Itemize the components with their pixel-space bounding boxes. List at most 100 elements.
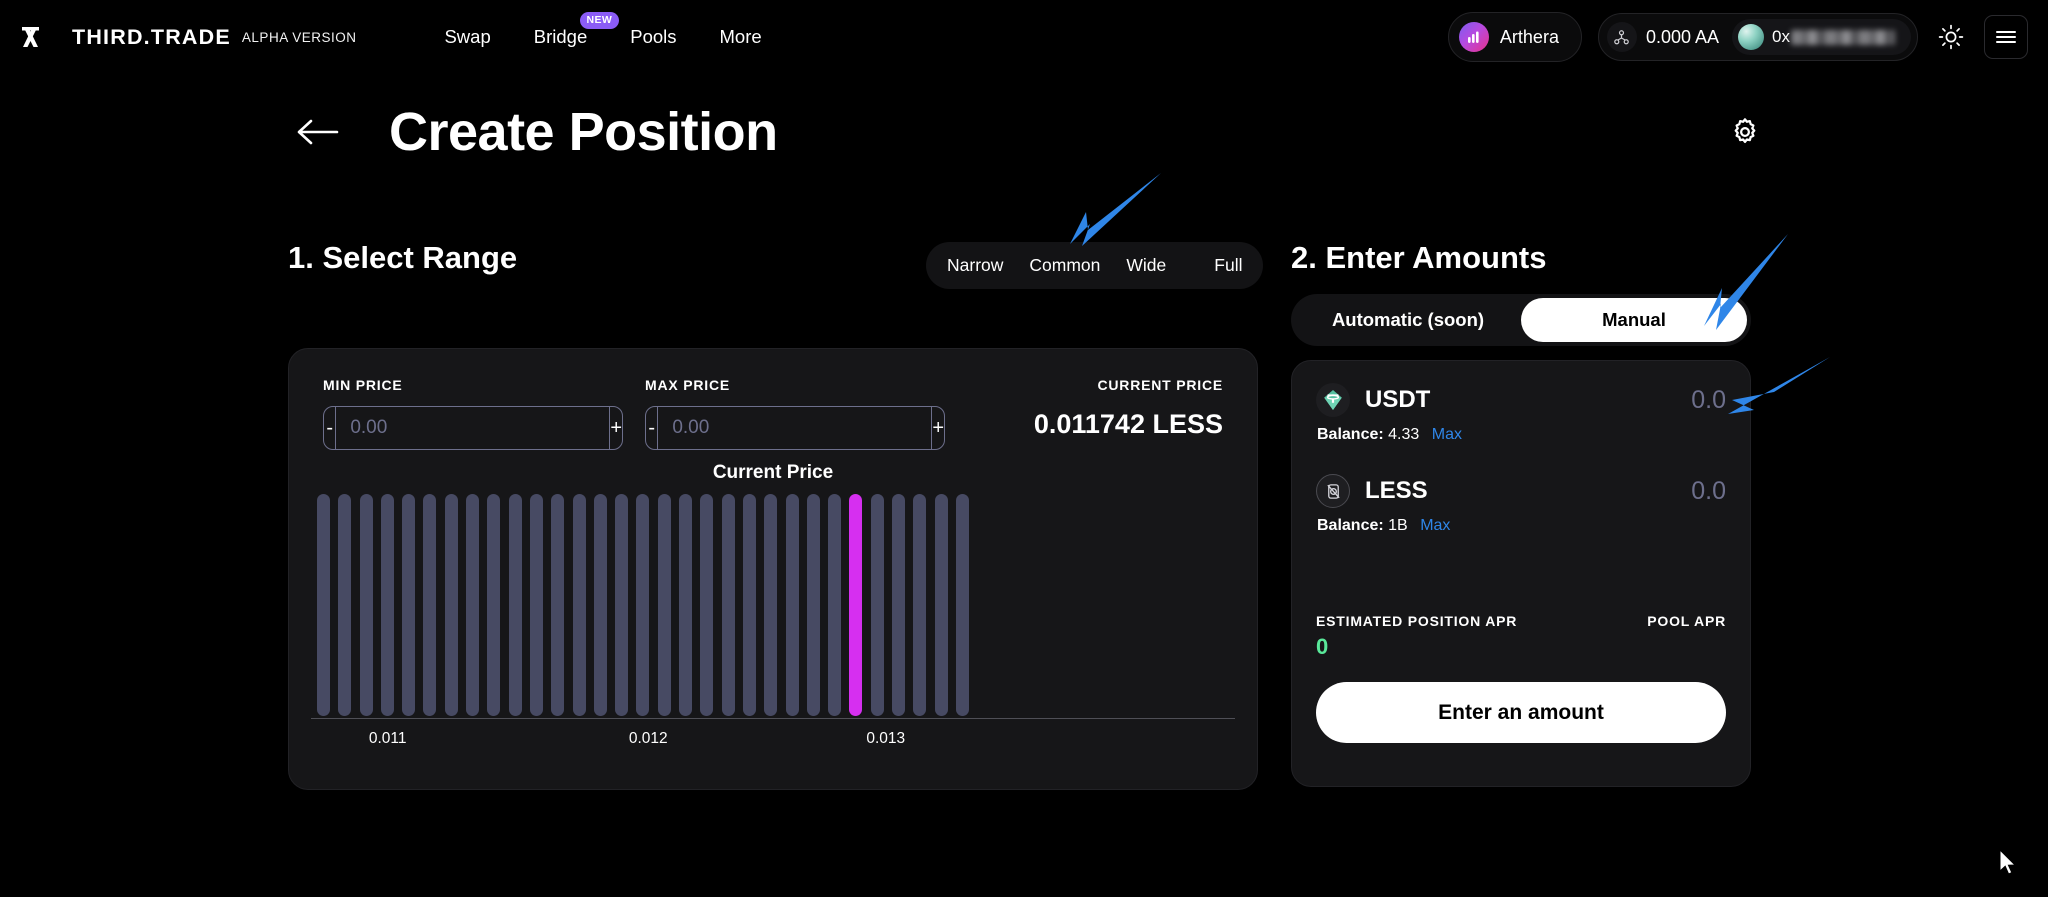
nav-item-more[interactable]: More [720, 26, 762, 48]
token-amount-usdt[interactable]: 0.0 [1691, 386, 1726, 415]
chart-bar [657, 494, 671, 716]
network-nodes-icon [1606, 22, 1637, 52]
max-price-decrement[interactable]: - [646, 407, 659, 449]
hamburger-menu-icon[interactable] [1984, 15, 2028, 59]
balance-value: 4.33 [1388, 426, 1420, 443]
select-range-card: MIN PRICE - + MAX PRICE - + CURRENT PRIC… [288, 348, 1258, 790]
chart-bar [934, 494, 948, 716]
range-tab-wide[interactable]: Wide [1115, 250, 1177, 281]
range-tab-label: Wide [1126, 255, 1167, 275]
amount-mode-toggle: Automatic (soon) Manual [1291, 294, 1751, 346]
max-button-less[interactable]: Max [1420, 517, 1450, 534]
chain-selector[interactable]: Arthera [1447, 12, 1582, 62]
chart-bar [806, 494, 820, 716]
token-symbol: LESS [1365, 477, 1428, 504]
chart-bar-current [849, 494, 863, 716]
chart-bar [721, 494, 735, 716]
chart-axis-line [311, 718, 1235, 719]
nav-label: More [719, 26, 762, 47]
liquidity-depth-chart[interactable]: Current Price 0.011 0.012 0.013 [311, 462, 1235, 772]
top-navbar: THIRD.TRADE ALPHA VERSION Swap Bridge NE… [0, 0, 2048, 74]
token-balance-usdt: Balance: 4.33 Max [1317, 426, 1726, 444]
chart-bar [636, 494, 650, 716]
range-tab-common[interactable]: Common [1018, 250, 1111, 281]
avatar [1738, 24, 1765, 50]
max-price-stepper: - + [645, 406, 945, 450]
nav-item-swap[interactable]: Swap [444, 26, 490, 48]
max-price-increment[interactable]: + [931, 407, 944, 449]
chart-bar [955, 494, 969, 716]
chain-name: Arthera [1499, 26, 1559, 47]
chart-bar [402, 494, 416, 716]
nav-label: Swap [444, 26, 491, 47]
axis-tick-label: 0.013 [866, 730, 906, 747]
page-header: Create Position [0, 105, 2048, 159]
brand-name: THIRD.TRADE [72, 24, 231, 49]
sun-icon[interactable] [1934, 20, 1968, 54]
enter-amount-button[interactable]: Enter an amount [1316, 682, 1726, 743]
chart-bar [892, 494, 906, 716]
app-root: THIRD.TRADE ALPHA VERSION Swap Bridge NE… [0, 0, 2048, 897]
wallet-address-text: 0x [1772, 27, 1895, 47]
chart-axis-labels: 0.011 0.012 0.013 [311, 730, 1235, 754]
chart-bar [466, 494, 480, 716]
chart-bar [444, 494, 458, 716]
min-price-decrement[interactable]: - [324, 407, 337, 449]
chart-bar [338, 494, 352, 716]
chart-bar [870, 494, 884, 716]
chart-bar [615, 494, 629, 716]
chart-bar [317, 494, 330, 716]
gear-icon[interactable] [1730, 117, 1760, 147]
nav-label: Bridge [533, 26, 588, 47]
address-redacted [1791, 29, 1895, 45]
mode-label: Automatic (soon) [1331, 309, 1485, 330]
chart-bar [508, 494, 522, 716]
chart-bar [529, 494, 543, 716]
range-tab-label: Full [1214, 255, 1243, 275]
chart-bar [913, 494, 927, 716]
axis-tick-label: 0.011 [368, 730, 407, 747]
token-symbol: USDT [1365, 386, 1431, 413]
current-price-group: CURRENT PRICE 0.011742 LESS [1034, 377, 1223, 440]
mode-manual[interactable]: Manual [1521, 298, 1747, 342]
max-button-usdt[interactable]: Max [1432, 426, 1462, 443]
token-balance-less: Balance: 1B Max [1317, 517, 1726, 535]
chart-bar [380, 494, 394, 716]
range-tab-narrow[interactable]: Narrow [936, 250, 1014, 281]
enter-amounts-heading: 2. Enter Amounts [1291, 240, 1547, 275]
axis-tick-label: 0.012 [628, 730, 668, 747]
balance-label: Balance: [1317, 517, 1384, 534]
wallet-pill[interactable]: 0.000 AA 0x [1597, 13, 1918, 61]
chart-bar [679, 494, 693, 716]
usdt-token-icon [1316, 383, 1350, 417]
chart-bar [359, 494, 373, 716]
mode-automatic[interactable]: Automatic (soon) [1295, 298, 1521, 342]
token-amount-less[interactable]: 0.0 [1691, 477, 1726, 506]
wallet-address[interactable]: 0x [1732, 19, 1911, 55]
max-price-label: MAX PRICE [645, 377, 730, 393]
chart-bar [551, 494, 565, 716]
chart-title: Current Price [712, 462, 834, 483]
pool-apr-label: POOL APR [1647, 613, 1726, 629]
token-row-less: LESS 0.0 [1316, 474, 1726, 508]
brand[interactable]: THIRD.TRADE ALPHA VERSION [21, 24, 356, 50]
nav-item-pools[interactable]: Pools [630, 26, 676, 48]
range-tab-label: Narrow [947, 255, 1004, 275]
current-price-value: 0.011742 LESS [1033, 409, 1223, 439]
current-price-label: CURRENT PRICE [1097, 377, 1223, 393]
less-token-icon [1316, 474, 1350, 508]
min-price-label: MIN PRICE [323, 377, 403, 393]
wallet-balance: 0.000 AA [1645, 26, 1720, 47]
mouse-cursor-icon [1999, 849, 2017, 875]
min-price-increment[interactable]: + [609, 407, 622, 449]
chart-bar [700, 494, 714, 716]
page-title: Create Position [389, 102, 778, 162]
max-price-input[interactable] [658, 407, 932, 449]
new-badge: NEW [579, 12, 620, 29]
mode-label: Manual [1602, 309, 1666, 330]
chart-bar [487, 494, 501, 716]
nav-item-bridge[interactable]: Bridge NEW [533, 12, 620, 48]
arrow-left-icon[interactable] [295, 117, 339, 147]
min-price-input[interactable] [336, 407, 610, 449]
range-tab-full[interactable]: Full [1203, 250, 1253, 281]
